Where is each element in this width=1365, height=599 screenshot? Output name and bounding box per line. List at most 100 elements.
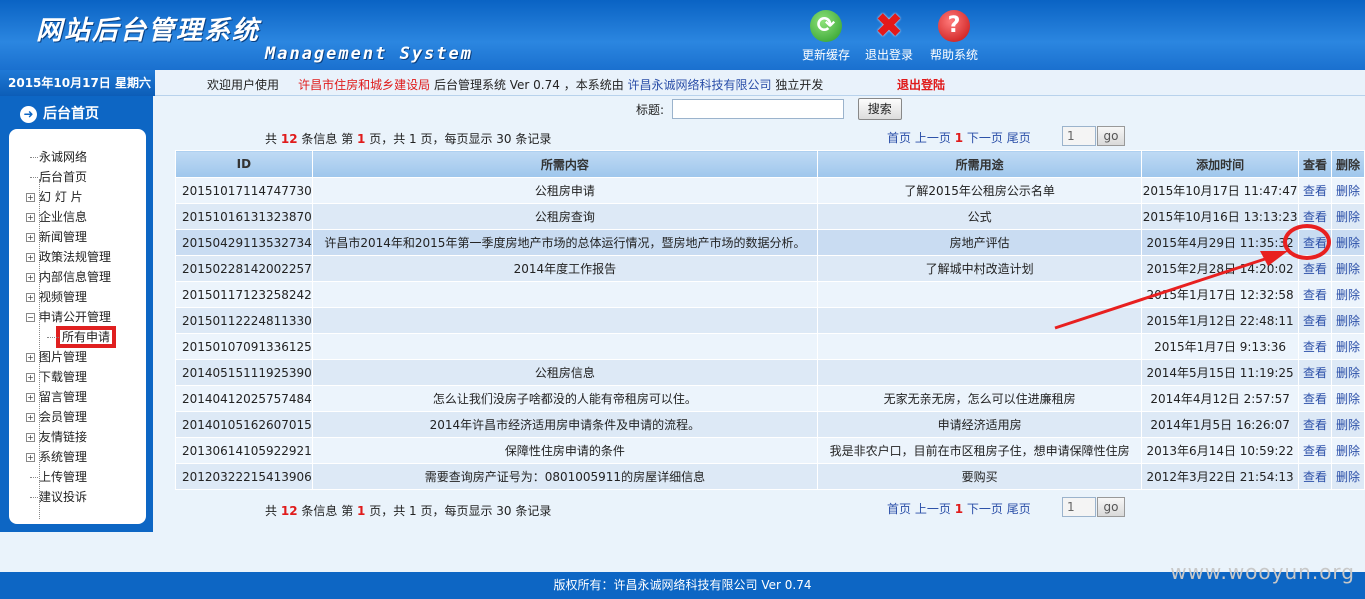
delete-link[interactable]: 删除 xyxy=(1330,203,1365,230)
delete-link[interactable]: 删除 xyxy=(1330,255,1365,282)
expand-icon[interactable]: + xyxy=(26,453,35,462)
delete-link[interactable]: 删除 xyxy=(1330,411,1365,438)
delete-link[interactable]: 删除 xyxy=(1330,229,1365,256)
page-go-button[interactable]: go xyxy=(1097,126,1125,146)
pager-last-link[interactable]: 尾页 xyxy=(1007,131,1031,145)
table-row: 20150107091336125 2015年1月7日 9:13:36 查看 删除 xyxy=(175,333,1365,360)
delete-link[interactable]: 删除 xyxy=(1330,177,1365,204)
expand-icon[interactable]: + xyxy=(26,433,35,442)
sidebar-item[interactable]: + 视频管理 xyxy=(9,287,146,307)
company-link[interactable]: 许昌永诚网络科技有限公司 xyxy=(628,78,772,92)
sidebar-item[interactable]: + 企业信息 xyxy=(9,207,146,227)
pager-top: 共 12 条信息 第 1 页，共 1 页，每页显示 30 条记录 首页 上一页 … xyxy=(265,126,1135,148)
expand-icon[interactable]: + xyxy=(26,233,35,242)
menu-items: 永诚网络 后台首页 + 幻 灯 片 + 企业信息 + 新闻管理 + 政策法规管理 + 内部信息管理 + 视… xyxy=(9,147,146,507)
cell-content xyxy=(311,333,819,360)
expand-icon[interactable]: + xyxy=(26,373,35,382)
pager-total: 12 xyxy=(280,132,298,146)
sidebar-item[interactable]: + 政策法规管理 xyxy=(9,247,146,267)
sidebar-item[interactable]: 建议投诉 xyxy=(9,487,146,507)
collapse-icon[interactable]: − xyxy=(26,313,35,322)
view-link[interactable]: 查看 xyxy=(1297,177,1332,204)
sidebar-item[interactable]: 上传管理 xyxy=(9,467,146,487)
delete-link[interactable]: 删除 xyxy=(1330,385,1365,412)
cell-content: 2014年许昌市经济适用房申请条件及申请的流程。 xyxy=(311,411,819,438)
sidebar-item[interactable]: + 留言管理 xyxy=(9,387,146,407)
search-input[interactable] xyxy=(671,99,844,119)
expand-icon[interactable]: + xyxy=(26,293,35,302)
delete-link[interactable]: 删除 xyxy=(1330,359,1365,386)
pager-mid2: 页，共 1 页，每页显示 30 条记录 xyxy=(369,504,552,518)
page-number-input[interactable]: 1 xyxy=(1062,497,1096,517)
expand-icon[interactable]: + xyxy=(26,353,35,362)
pager-page: 1 xyxy=(357,132,366,146)
delete-link[interactable]: 删除 xyxy=(1330,463,1365,490)
logout-link[interactable]: 退出登陆 xyxy=(897,76,945,93)
sidebar-item[interactable]: + 内部信息管理 xyxy=(9,267,146,287)
expand-icon[interactable]: + xyxy=(26,193,35,202)
expand-icon[interactable]: + xyxy=(26,393,35,402)
sidebar-item[interactable]: + 幻 灯 片 xyxy=(9,187,146,207)
sidebar-item[interactable]: 后台首页 xyxy=(9,167,146,187)
sidebar-item[interactable]: 永诚网络 xyxy=(9,147,146,167)
org-name: 许昌市住房和城乡建设局 xyxy=(298,78,431,92)
view-link[interactable]: 查看 xyxy=(1297,411,1332,438)
logout-button[interactable]: ✖ 退出登录 xyxy=(859,9,919,63)
page-go-button[interactable]: go xyxy=(1097,497,1125,517)
sidebar-item[interactable]: + 图片管理 xyxy=(9,347,146,367)
sidebar-item[interactable]: + 新闻管理 xyxy=(9,227,146,247)
view-link[interactable]: 查看 xyxy=(1297,333,1332,360)
sidebar-item[interactable]: + 会员管理 xyxy=(9,407,146,427)
sidebar-item[interactable]: + 友情链接 xyxy=(9,427,146,447)
search-button[interactable]: 搜索 xyxy=(857,98,902,120)
sidebar-item-label: 政策法规管理 xyxy=(39,250,112,264)
delete-link[interactable]: 删除 xyxy=(1330,307,1365,334)
refresh-cache-button[interactable]: ⟳ 更新缓存 xyxy=(796,10,856,63)
arrow-right-circle-icon: ➜ xyxy=(20,105,37,123)
pager-next-link[interactable]: 下一页 xyxy=(967,502,1003,516)
expand-icon[interactable]: + xyxy=(26,413,35,422)
help-button[interactable]: ? 帮助系统 xyxy=(924,10,984,63)
cell-time: 2015年1月7日 9:13:36 xyxy=(1141,333,1299,360)
cell-id: 20150117123258242 xyxy=(175,281,313,308)
cell-id: 20140105162607015 xyxy=(175,411,313,438)
sidebar-item[interactable]: + 系统管理 xyxy=(9,447,146,467)
view-link[interactable]: 查看 xyxy=(1297,385,1332,412)
pager-last-link[interactable]: 尾页 xyxy=(1007,502,1031,516)
cell-content: 公租房查询 xyxy=(311,203,819,230)
welcome-prefix: 欢迎用户使用 xyxy=(207,78,280,92)
view-link[interactable]: 查看 xyxy=(1297,359,1332,386)
sidebar-item[interactable]: + 下载管理 xyxy=(9,367,146,387)
pager-info-bottom: 共 12 条信息 第 1 页，共 1 页，每页显示 30 条记录 xyxy=(265,502,551,519)
view-link[interactable]: 查看 xyxy=(1297,281,1332,308)
sidebar-item-label: 建议投诉 xyxy=(39,490,88,504)
sidebar-item-label: 系统管理 xyxy=(39,450,88,464)
pager-first-link[interactable]: 首页 xyxy=(887,502,911,516)
sidebar-item-label: 视频管理 xyxy=(39,290,88,304)
cell-time: 2015年1月12日 22:48:11 xyxy=(1141,307,1299,334)
cell-content xyxy=(311,281,819,308)
expand-icon[interactable]: + xyxy=(26,253,35,262)
view-link[interactable]: 查看 xyxy=(1297,307,1332,334)
expand-icon[interactable]: + xyxy=(26,273,35,282)
help-label: 帮助系统 xyxy=(929,48,978,62)
annotation-circle xyxy=(1283,224,1331,260)
view-link[interactable]: 查看 xyxy=(1297,463,1332,490)
cell-content: 保障性住房申请的条件 xyxy=(311,437,819,464)
page-number-input[interactable]: 1 xyxy=(1062,126,1096,146)
pager-first-link[interactable]: 首页 xyxy=(887,131,911,145)
sidebar-item[interactable]: − 申请公开管理 xyxy=(9,307,146,327)
header: 网站后台管理系统 Management System ⟳ 更新缓存 ✖ 退出登录… xyxy=(0,0,1365,70)
delete-link[interactable]: 删除 xyxy=(1330,333,1365,360)
pager-prev-link[interactable]: 上一页 xyxy=(915,131,951,145)
sidebar-home-link[interactable]: ➜ 后台首页 xyxy=(0,100,153,128)
sidebar-item[interactable]: 所有申请 xyxy=(9,326,146,348)
expand-icon[interactable]: + xyxy=(26,213,35,222)
sidebar-item-label: 永诚网络 xyxy=(39,150,88,164)
pager-next-link[interactable]: 下一页 xyxy=(967,131,1003,145)
delete-link[interactable]: 删除 xyxy=(1330,437,1365,464)
view-link[interactable]: 查看 xyxy=(1297,437,1332,464)
delete-link[interactable]: 删除 xyxy=(1330,281,1365,308)
pager-prev-link[interactable]: 上一页 xyxy=(915,502,951,516)
welcome-suffix: 独立开发 xyxy=(775,78,824,92)
